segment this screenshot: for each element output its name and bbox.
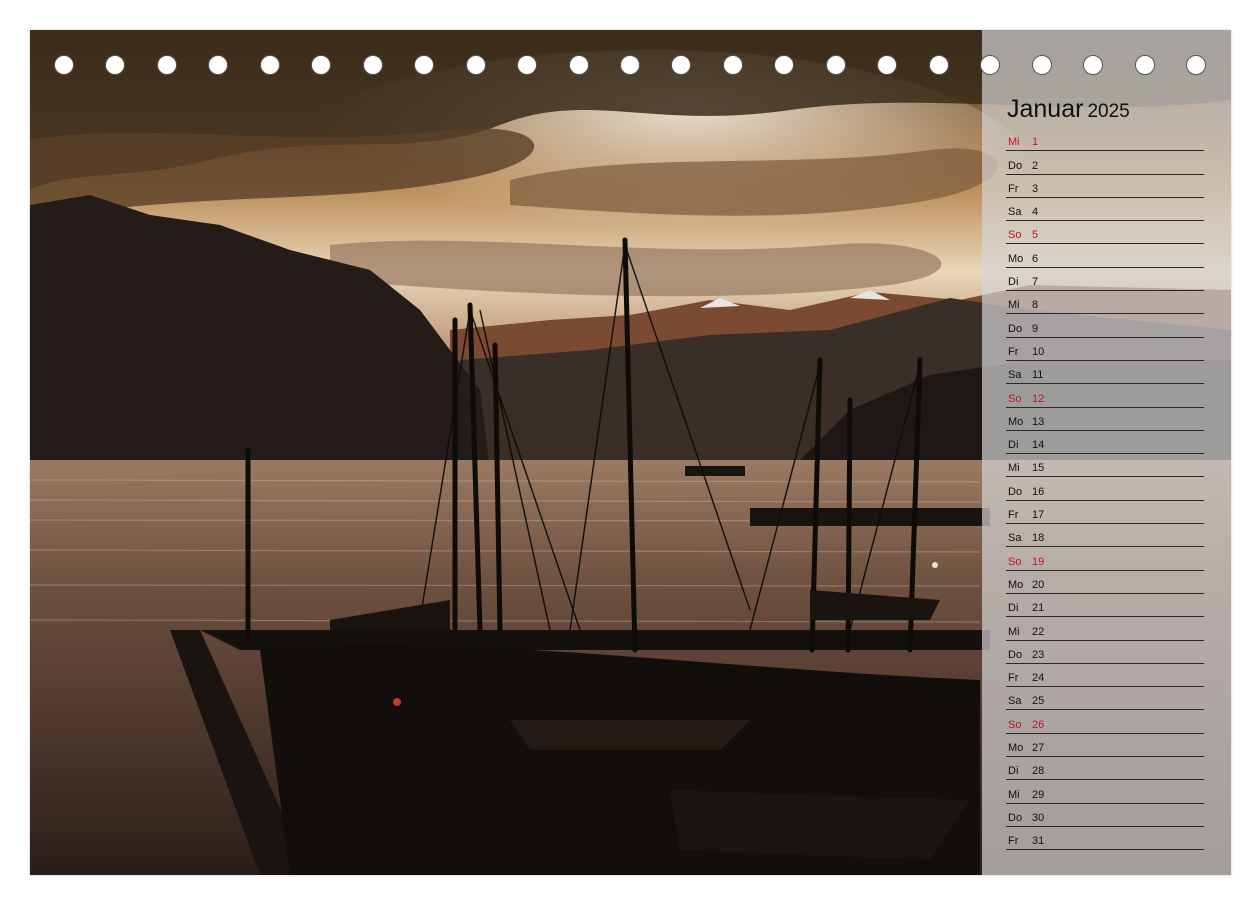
weekday-label: Mi [1008, 136, 1020, 149]
weekday-label: Fr [1008, 509, 1019, 522]
weekday-label: Fr [1008, 182, 1019, 195]
weekday-label: So [1008, 392, 1022, 405]
weekday-label: Fr [1008, 672, 1019, 685]
day-row: Do 30 [1006, 804, 1204, 827]
day-number: 12 [1032, 392, 1045, 405]
day-number: 13 [1032, 415, 1045, 428]
day-row: Do 23 [1006, 641, 1204, 664]
month-year: 2025 [1087, 101, 1130, 122]
day-row: Mo 13 [1006, 408, 1204, 431]
day-number: 31 [1032, 835, 1045, 848]
day-row: Mi 1 [1006, 128, 1204, 152]
day-row: Mo 6 [1006, 244, 1204, 268]
day-row: Sa 4 [1006, 198, 1204, 222]
day-number: 24 [1032, 672, 1045, 685]
weekday-label: Mo [1008, 742, 1024, 755]
day-row: Mi 29 [1006, 780, 1204, 804]
day-number: 19 [1032, 555, 1045, 568]
weekday-label: Mi [1008, 299, 1020, 312]
day-number: 16 [1032, 485, 1045, 498]
weekday-label: Fr [1008, 835, 1019, 848]
day-row: Di 21 [1006, 594, 1204, 618]
weekday-label: Di [1008, 765, 1019, 778]
day-row: Di 28 [1006, 757, 1204, 781]
weekday-label: So [1008, 555, 1022, 568]
day-row: So 12 [1006, 384, 1204, 408]
day-row: Do 16 [1006, 477, 1204, 501]
weekday-label: Do [1008, 811, 1023, 824]
day-row: Sa 25 [1006, 687, 1204, 711]
weekday-label: Do [1008, 159, 1023, 172]
weekday-label: Di [1008, 276, 1019, 289]
weekday-label: Sa [1008, 695, 1022, 708]
day-row: Mo 27 [1006, 734, 1204, 758]
day-row: Mi 22 [1006, 617, 1204, 641]
weekday-label: Sa [1008, 532, 1022, 545]
day-number: 7 [1032, 276, 1039, 289]
day-number: 9 [1032, 322, 1039, 335]
day-number: 6 [1032, 252, 1039, 265]
weekday-label: Mi [1008, 462, 1020, 475]
day-number: 8 [1032, 299, 1039, 312]
day-number: 18 [1032, 532, 1045, 545]
day-number: 25 [1032, 695, 1045, 708]
weekday-label: Sa [1008, 206, 1022, 219]
day-number: 22 [1032, 625, 1045, 638]
weekday-label: So [1008, 229, 1022, 242]
calendar-page: Januar 2025 Mi 1 Do 2 Fr 3 Sa 4 So 5 Mo 6 Di 7 Mi 8 Do 9 Fr… [30, 30, 1231, 875]
day-number: 29 [1032, 788, 1045, 801]
day-row: Mi 15 [1006, 454, 1204, 478]
day-number: 30 [1032, 811, 1045, 824]
day-row: Do 9 [1006, 314, 1204, 338]
day-row: So 26 [1006, 710, 1204, 734]
day-list: Mi 1 Do 2 Fr 3 Sa 4 So 5 Mo 6 Di 7 Mi 8 Do 9 Fr 10 Sa 11 So 12 M… [1006, 128, 1204, 851]
weekday-label: Fr [1008, 345, 1019, 358]
weekday-label: Di [1008, 439, 1019, 452]
day-number: 3 [1032, 182, 1039, 195]
weekday-label: Mo [1008, 578, 1024, 591]
day-row: Di 7 [1006, 268, 1204, 292]
day-number: 23 [1032, 648, 1045, 661]
day-row: Fr 31 [1006, 827, 1204, 851]
day-row: So 19 [1006, 547, 1204, 571]
day-number: 20 [1032, 578, 1045, 591]
weekday-label: So [1008, 718, 1022, 731]
day-row: Sa 11 [1006, 361, 1204, 385]
day-number: 2 [1032, 159, 1039, 172]
day-number: 27 [1032, 742, 1045, 755]
month-name: Januar [1007, 95, 1084, 123]
day-row: Mi 8 [1006, 291, 1204, 315]
day-row: Fr 3 [1006, 175, 1204, 198]
day-row: Fr 24 [1006, 664, 1204, 688]
weekday-label: Mi [1008, 625, 1020, 638]
day-row: Mo 20 [1006, 571, 1204, 594]
month-title: Januar 2025 [1007, 88, 1130, 125]
day-row: Fr 17 [1006, 501, 1204, 525]
day-number: 4 [1032, 206, 1039, 219]
day-row: Di 14 [1006, 431, 1204, 455]
day-number: 17 [1032, 509, 1045, 522]
weekday-label: Mi [1008, 788, 1020, 801]
day-row: Do 2 [1006, 151, 1204, 175]
day-row: Fr 10 [1006, 338, 1204, 361]
weekday-label: Do [1008, 322, 1023, 335]
day-number: 5 [1032, 229, 1039, 242]
day-number: 14 [1032, 439, 1045, 452]
day-number: 10 [1032, 345, 1045, 358]
day-number: 26 [1032, 718, 1045, 731]
weekday-label: Mo [1008, 415, 1024, 428]
weekday-label: Sa [1008, 369, 1022, 382]
day-number: 28 [1032, 765, 1045, 778]
day-row: Sa 18 [1006, 524, 1204, 548]
weekday-label: Do [1008, 648, 1023, 661]
weekday-label: Do [1008, 485, 1023, 498]
weekday-label: Mo [1008, 252, 1024, 265]
weekday-label: Di [1008, 602, 1019, 615]
day-number: 15 [1032, 462, 1045, 475]
day-number: 1 [1032, 136, 1039, 149]
day-number: 11 [1032, 369, 1044, 382]
day-row: So 5 [1006, 221, 1204, 245]
day-number: 21 [1032, 602, 1045, 615]
